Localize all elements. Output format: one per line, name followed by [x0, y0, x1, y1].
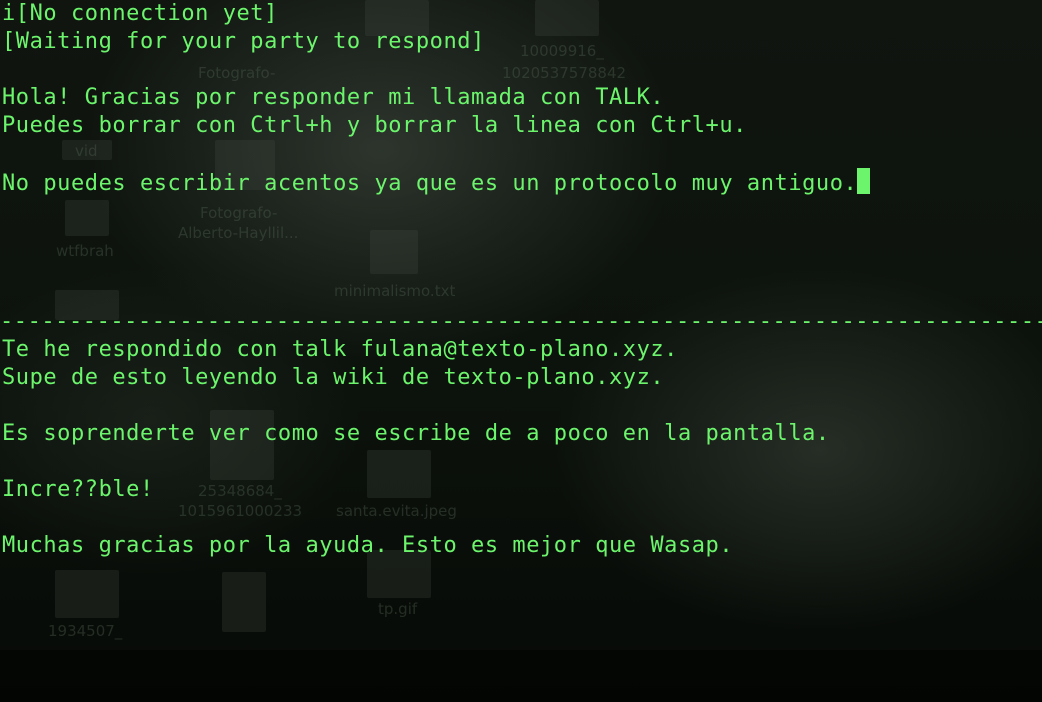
local-input-line[interactable]: No puedes escribir acentos ya que es un … [2, 168, 871, 198]
local-message-line: Puedes borrar con Ctrl+h y borrar la lin… [2, 113, 747, 138]
status-line: i[No connection yet] [2, 1, 278, 26]
pane-divider: ----------------------------------------… [0, 309, 1042, 334]
local-message-line: Hola! Gracias por responder mi llamada c… [2, 85, 665, 110]
status-line: [Waiting for your party to respond] [2, 29, 485, 54]
local-message-text: No puedes escribir acentos ya que es un … [2, 171, 858, 196]
remote-message-line: Muchas gracias por la ayuda. Esto es mej… [2, 533, 734, 558]
remote-message-line: Te he respondido con talk fulana@texto-p… [2, 337, 678, 362]
desktop-background: 10009916_ 1020537578842 Fotografo- vid F… [0, 0, 1042, 702]
remote-message-line: Es soprenderte ver como se escribe de a … [2, 421, 830, 446]
text-cursor [857, 168, 871, 194]
remote-message-line: Incre??ble! [2, 477, 154, 502]
talk-terminal[interactable]: i[No connection yet] [Waiting for your p… [0, 0, 1042, 702]
remote-message-line: Supe de esto leyendo la wiki de texto-pl… [2, 365, 665, 390]
